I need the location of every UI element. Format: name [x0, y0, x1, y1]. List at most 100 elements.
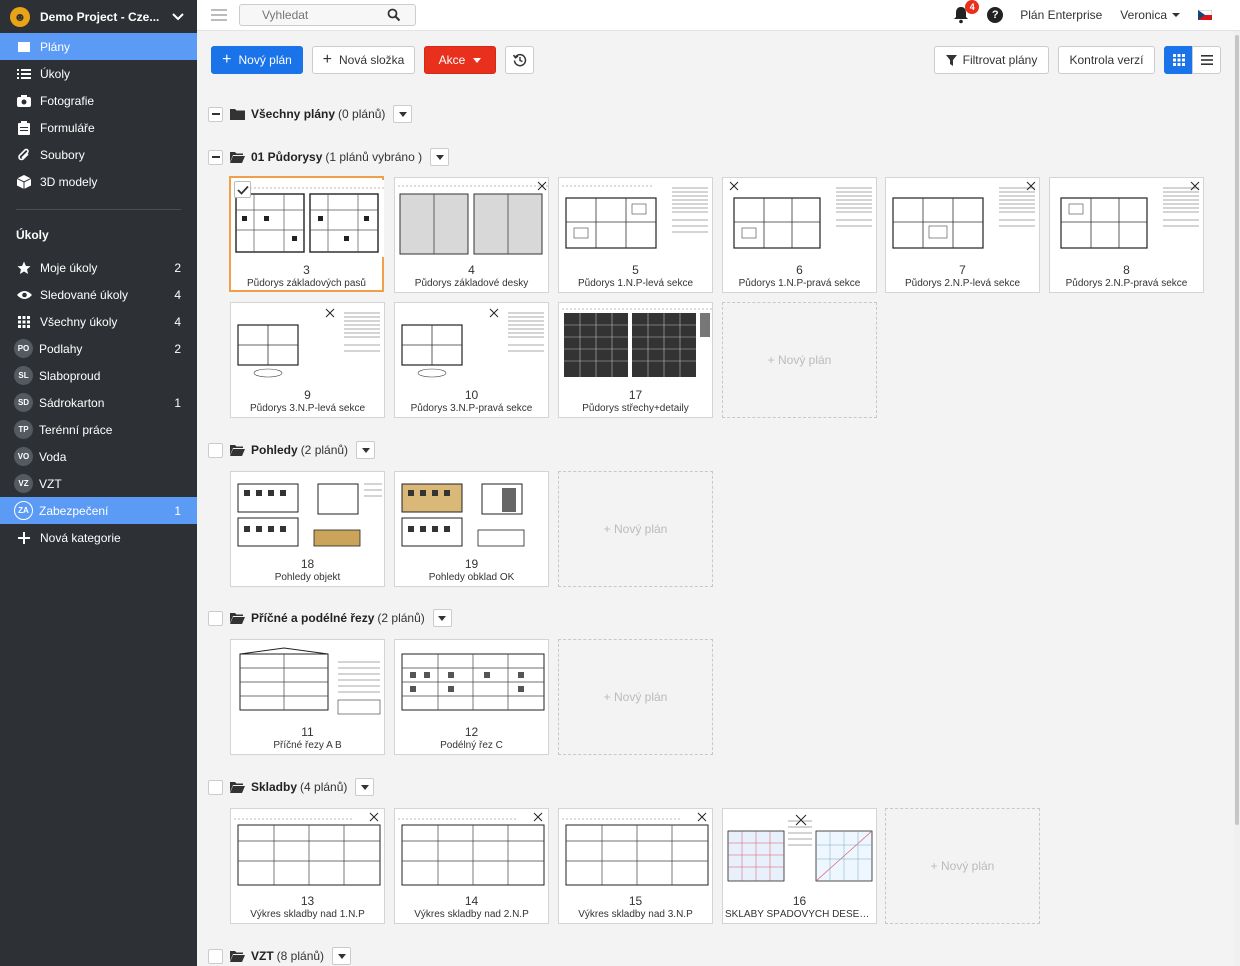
plus-icon	[16, 530, 32, 546]
plan-number: 17	[628, 388, 643, 402]
plan-thumbnail	[726, 180, 876, 257]
task-item-podlahy[interactable]: PO Podlahy 2	[0, 335, 197, 362]
folder-checkbox[interactable]	[208, 106, 223, 122]
help-icon[interactable]: ?	[987, 7, 1004, 23]
actions-dropdown-button[interactable]: Akce	[424, 46, 496, 74]
plan-thumbnail	[562, 180, 712, 257]
plan-title: SKLABY SPÁDOVÝCH DESEK...	[725, 909, 874, 920]
notifications-bell[interactable]: 4	[953, 0, 980, 24]
task-item-nova-kategorie[interactable]: Nová kategorie	[0, 524, 197, 551]
plan-card[interactable]: 11 Příčné řezy A B	[230, 639, 385, 755]
folder-checkbox[interactable]	[208, 610, 223, 626]
folder-name[interactable]: Příčné a podélné řezy	[251, 611, 374, 625]
folder-name[interactable]: 01 Půdorysy	[251, 150, 322, 164]
task-item-slaboproud[interactable]: SL Slaboproud	[0, 362, 197, 389]
search-input[interactable]	[262, 8, 387, 22]
task-label: Moje úkoly	[40, 260, 98, 275]
folder-checkbox[interactable]	[208, 779, 223, 795]
caret-down-icon	[360, 784, 369, 790]
new-plan-card[interactable]: + Nový plán	[885, 808, 1040, 924]
nav-item-formulare[interactable]: Formuláře	[0, 114, 197, 141]
new-folder-button[interactable]: + Nová složka	[312, 46, 415, 74]
user-menu[interactable]: Veronica	[1120, 8, 1180, 22]
folder-checkbox[interactable]	[208, 149, 223, 165]
task-item-vsechny[interactable]: Všechny úkoly 4	[0, 308, 197, 335]
plan-card[interactable]: 19 Pohledy obklad OK	[394, 471, 549, 587]
category-badge: VZ	[14, 474, 33, 493]
new-plan-button[interactable]: + Nový plán	[211, 46, 303, 74]
task-label: Voda	[39, 449, 67, 464]
filter-plans-button[interactable]: Filtrovat plány	[934, 46, 1049, 74]
folder-dropdown-button[interactable]	[430, 148, 450, 166]
page-scrollbar[interactable]	[1234, 31, 1240, 966]
plan-card[interactable]: 18 Pohledy objekt	[230, 471, 385, 587]
grid-view-button[interactable]	[1164, 46, 1193, 74]
language-flag-icon[interactable]	[1198, 10, 1212, 20]
search-icon[interactable]	[387, 8, 401, 22]
new-plan-card[interactable]: + Nový plán	[558, 639, 713, 755]
folder-name[interactable]: Pohledy	[251, 443, 298, 457]
category-badge: SD	[14, 393, 33, 412]
new-plan-card[interactable]: + Nový plán	[558, 471, 713, 587]
plan-card[interactable]: 9 Půdorys 3.N.P-levá sekce	[230, 302, 385, 418]
nav-item-soubory[interactable]: Soubory	[0, 141, 197, 168]
plan-card[interactable]: 14 Výkres skladby nad 2.N.P	[394, 808, 549, 924]
task-item-moje-ukoly[interactable]: Moje úkoly 2	[0, 254, 197, 281]
folder-dropdown-button[interactable]	[355, 778, 375, 796]
list-view-button[interactable]	[1192, 46, 1221, 74]
folder-open-icon	[230, 445, 245, 456]
nav-label: Plány	[40, 39, 71, 54]
task-item-zabezpeceni[interactable]: ZA Zabezpečení 1	[0, 497, 197, 524]
folder-checkbox[interactable]	[208, 948, 223, 964]
folder-name[interactable]: VZT	[251, 949, 274, 963]
plan-link[interactable]: Plán Enterprise	[1020, 8, 1102, 22]
task-item-terenni-prace[interactable]: TP Terénní práce	[0, 416, 197, 443]
plan-card[interactable]: 7 Půdorys 2.N.P-levá sekce	[885, 177, 1040, 293]
plan-card[interactable]: 15 Výkres skladby nad 3.N.P	[558, 808, 713, 924]
plan-card[interactable]: 8 Půdorys 2.N.P-pravá sekce	[1049, 177, 1204, 293]
user-name: Veronica	[1120, 8, 1167, 22]
plan-card[interactable]: 16 SKLABY SPÁDOVÝCH DESEK...	[722, 808, 877, 924]
plan-card[interactable]: 3 Půdorys základových pasů	[229, 176, 384, 292]
plan-title: Pohledy obklad OK	[428, 572, 515, 583]
new-plan-card[interactable]: + Nový plán	[722, 302, 877, 418]
folder-name[interactable]: Skladby	[251, 780, 297, 794]
folder-header-skladby: Skladby (4 plánů)	[208, 778, 375, 796]
scrollbar-thumb[interactable]	[1235, 35, 1239, 825]
folder-dropdown-button[interactable]	[356, 441, 376, 459]
folder-dropdown-button[interactable]	[393, 105, 413, 123]
top-bar: 4 ? Plán Enterprise Veronica	[197, 0, 1240, 31]
nav-item-plany[interactable]: Plány	[0, 33, 197, 60]
task-item-sadrokarton[interactable]: SD Sádrokarton 1	[0, 389, 197, 416]
nav-item-ukoly[interactable]: Úkoly	[0, 60, 197, 87]
folder-dropdown-button[interactable]	[432, 609, 452, 627]
plan-number: 16	[792, 894, 807, 908]
task-item-sledovane[interactable]: Sledované úkoly 4	[0, 281, 197, 308]
search-box[interactable]	[239, 4, 416, 26]
plan-card[interactable]: 4 Půdorys základové desky	[394, 177, 549, 293]
plan-card[interactable]: 10 Půdorys 3.N.P-pravá sekce	[394, 302, 549, 418]
plan-card[interactable]: 13 Výkres skladby nad 1.N.P	[230, 808, 385, 924]
plan-card[interactable]: 6 Půdorys 1.N.P-pravá sekce	[722, 177, 877, 293]
plan-card[interactable]: 12 Podélný řez C	[394, 639, 549, 755]
notification-count: 4	[965, 0, 980, 14]
nav-item-3d-modely[interactable]: 3D modely	[0, 168, 197, 195]
plan-card[interactable]: 5 Půdorys 1.N.P-levá sekce	[558, 177, 713, 293]
folder-dropdown-button[interactable]	[332, 947, 352, 965]
plan-card[interactable]: 17 Půdorys střechy+detaily	[558, 302, 713, 418]
folder-name[interactable]: Všechny plány	[251, 107, 335, 121]
nav-item-fotografie[interactable]: Fotografie	[0, 87, 197, 114]
project-logo-icon: ☻	[10, 6, 30, 27]
task-label: Nová kategorie	[40, 530, 121, 545]
selected-check-icon[interactable]	[234, 181, 251, 198]
project-selector[interactable]: ☻ Demo Project - Cze...	[0, 0, 197, 33]
hamburger-menu-icon[interactable]	[211, 6, 227, 24]
plan-thumbnail	[234, 474, 384, 551]
folder-count: (0 plánů)	[338, 107, 386, 121]
task-item-vzt[interactable]: VZ VZT	[0, 470, 197, 497]
task-item-voda[interactable]: VO Voda	[0, 443, 197, 470]
version-check-button[interactable]: Kontrola verzí	[1058, 46, 1155, 74]
plan-thumbnail	[562, 811, 712, 888]
history-button[interactable]	[505, 46, 534, 74]
folder-checkbox[interactable]	[208, 442, 223, 458]
